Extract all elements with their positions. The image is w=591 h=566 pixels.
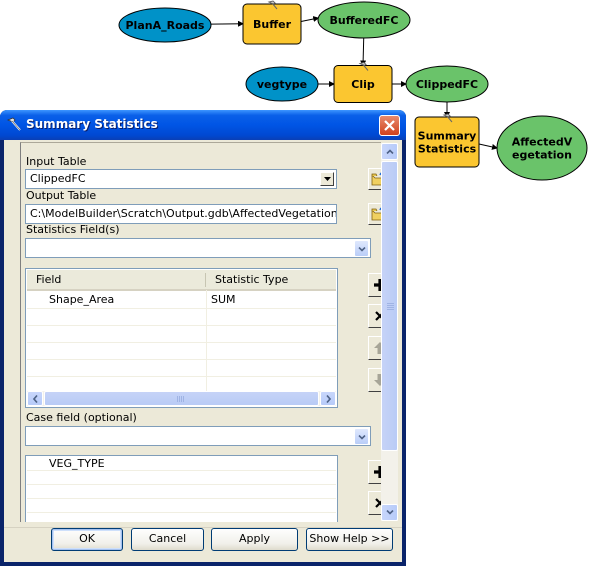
column-header-field[interactable]: Field	[36, 273, 61, 286]
dialog-title: Summary Statistics	[26, 117, 158, 131]
list-item-empty[interactable]	[27, 499, 336, 513]
scroll-up-button[interactable]	[381, 143, 398, 160]
column-divider	[206, 290, 207, 392]
node-affectedvegetation[interactable]: AffectedVegetation	[496, 115, 588, 181]
node-clippedfc[interactable]: ClippedFC	[405, 65, 489, 103]
chevron-down-icon	[324, 177, 331, 181]
node-bufferedfc[interactable]: BufferedFC	[317, 1, 411, 39]
dialog-body: Input Table ClippedFC Output Table C:\Mo…	[4, 140, 402, 562]
close-button[interactable]	[379, 115, 400, 136]
node-label: ClippedFC	[416, 78, 478, 91]
show-help-button[interactable]: Show Help >>	[306, 528, 393, 551]
case-field-dropdown[interactable]	[25, 426, 371, 446]
chevron-up-icon	[386, 149, 394, 154]
node-label: Clip	[351, 78, 375, 91]
add-statistic-button[interactable]	[368, 273, 381, 297]
hammer-icon	[6, 117, 21, 131]
node-label: egetation	[512, 149, 572, 162]
chevron-down-icon	[386, 510, 394, 515]
row-field-value: Shape_Area	[49, 293, 115, 306]
table-row-empty[interactable]	[27, 325, 336, 343]
input-table-dropdown[interactable]: ClippedFC	[25, 169, 337, 189]
connector-buffer-to-bufferedfc[interactable]	[300, 16, 320, 22]
node-clip[interactable]: Clip	[333, 61, 393, 103]
node-buffer[interactable]: Buffer	[242, 0, 302, 45]
output-table-field[interactable]: C:\ModelBuilder\Scratch\Output.gdb\Affec…	[25, 204, 337, 224]
cancel-button[interactable]: Cancel	[131, 528, 204, 551]
input-table-value: ClippedFC	[30, 172, 86, 185]
node-label: Statistics	[418, 143, 477, 156]
list-item[interactable]: VEG_TYPE	[27, 457, 336, 471]
horizontal-scroll-thumb[interactable]	[44, 391, 319, 406]
column-header-statistic-type[interactable]: Statistic Type	[215, 273, 288, 286]
node-summary-statistics[interactable]: SummaryStatistics	[414, 113, 480, 168]
output-table-browse-button[interactable]	[368, 203, 381, 225]
delete-x-icon	[375, 311, 381, 321]
table-row-empty[interactable]	[27, 308, 336, 326]
case-field-dropdown-button[interactable]	[354, 428, 369, 445]
plus-icon	[374, 279, 381, 291]
close-icon	[384, 120, 395, 131]
statistics-fields-label: Statistics Field(s)	[26, 223, 120, 236]
remove-statistic-button[interactable]	[368, 304, 381, 328]
node-label: BufferedFC	[330, 14, 399, 27]
input-table-browse-button[interactable]	[368, 168, 381, 190]
chevron-right-icon	[326, 395, 331, 403]
ok-button[interactable]: OK	[51, 528, 123, 551]
plus-icon	[374, 466, 381, 478]
chevron-down-icon	[358, 435, 366, 440]
output-table-value: C:\ModelBuilder\Scratch\Output.gdb\Affec…	[30, 207, 337, 220]
node-label: Summary	[418, 130, 477, 143]
list-item-empty[interactable]	[27, 471, 336, 485]
open-folder-icon	[371, 207, 381, 221]
node-label: AffectedV	[512, 136, 573, 149]
connector-bufferedfc-to-clip[interactable]	[360, 37, 367, 67]
scroll-down-button[interactable]	[381, 504, 398, 521]
arrow-down-icon	[374, 374, 381, 386]
scroll-right-button[interactable]	[320, 391, 336, 406]
output-table-label: Output Table	[26, 189, 97, 202]
parameters-pane: Input Table ClippedFC Output Table C:\Mo…	[20, 142, 381, 522]
connector-summary_statistics-to-affectedvegetation[interactable]	[478, 143, 498, 150]
move-down-button[interactable]	[368, 368, 381, 392]
delete-x-icon	[375, 498, 381, 508]
table-horizontal-scrollbar[interactable]	[27, 391, 336, 406]
table-row[interactable]: Shape_Area SUM	[27, 291, 336, 309]
chevron-down-icon	[358, 247, 366, 252]
summary-statistics-dialog: Summary Statistics Input Table ClippedFC	[0, 110, 406, 566]
node-vegtype[interactable]: vegtype	[245, 66, 319, 102]
case-field-item: VEG_TYPE	[49, 457, 105, 470]
node-plana-roads[interactable]: PlanA_Roads	[118, 7, 212, 43]
input-table-dropdown-button[interactable]	[320, 172, 334, 186]
scroll-left-button[interactable]	[27, 391, 43, 406]
chevron-left-icon	[33, 395, 38, 403]
title-bar[interactable]: Summary Statistics	[0, 110, 406, 140]
list-item-empty[interactable]	[27, 485, 336, 499]
node-label: vegtype	[257, 78, 307, 91]
vertical-scrollbar[interactable]	[381, 143, 398, 521]
vertical-scroll-thumb[interactable]	[381, 161, 398, 451]
table-row-empty[interactable]	[27, 342, 336, 360]
move-up-button[interactable]	[368, 336, 381, 360]
node-label: Buffer	[253, 18, 292, 31]
statistics-fields-table: Field Statistic Type Shape_Area SUM	[25, 268, 338, 408]
remove-case-field-button[interactable]	[368, 491, 381, 515]
arrow-up-icon	[374, 342, 381, 354]
table-header: Field Statistic Type	[27, 270, 336, 291]
statistics-field-dropdown[interactable]	[25, 238, 371, 258]
table-row-empty[interactable]	[27, 359, 336, 377]
case-field-label: Case field (optional)	[26, 411, 137, 424]
column-separator[interactable]	[205, 273, 206, 287]
add-case-field-button[interactable]	[368, 460, 381, 484]
node-label: PlanA_Roads	[126, 19, 205, 32]
statistics-field-dropdown-button[interactable]	[354, 240, 369, 257]
input-table-label: Input Table	[26, 155, 87, 168]
open-folder-icon	[371, 172, 381, 186]
row-statistic-value[interactable]: SUM	[211, 293, 236, 306]
case-fields-list: VEG_TYPE	[25, 455, 338, 522]
apply-button[interactable]: Apply	[211, 528, 298, 551]
